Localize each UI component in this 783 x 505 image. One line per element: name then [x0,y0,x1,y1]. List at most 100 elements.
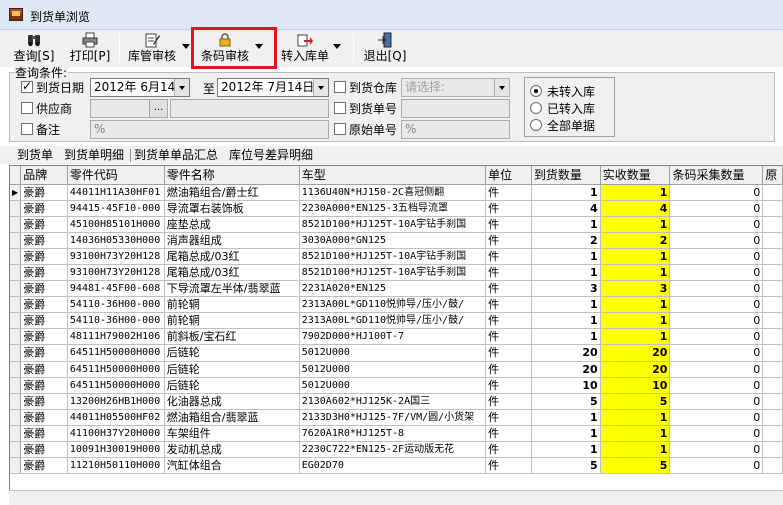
table-cell[interactable]: 豪爵 [20,312,68,330]
table-cell[interactable]: 8521D100*HJ125T-10A宇钻手刹国 [299,248,487,265]
row-indicator[interactable] [10,344,22,362]
table-cell[interactable]: 后链轮 [164,361,300,378]
table-row[interactable]: 豪爵 54110-36H00-000 前轮辋 2313A00L*GD110悦帅导/压小… [10,312,783,330]
table-cell[interactable]: 豪爵 [20,425,68,443]
tab-item-summary[interactable]: 到货单单品汇总 [134,147,218,163]
table-cell[interactable]: 2 [531,232,601,249]
row-indicator[interactable] [10,393,22,410]
table-cell[interactable]: 件 [485,200,532,217]
table-cell[interactable]: 1 [531,248,601,265]
supplier-name-field[interactable] [170,99,329,118]
table-cell[interactable] [762,344,783,362]
table-cell[interactable]: 20 [531,344,601,362]
table-cell[interactable]: 2 [600,232,671,249]
row-indicator[interactable] [10,296,22,314]
table-cell[interactable]: 件 [485,248,532,265]
row-indicator[interactable] [10,457,22,475]
table-cell[interactable]: 1 [600,264,671,282]
table-cell[interactable]: 1136U40N*HJ150-2C喜冠侧翻 [299,184,487,201]
row-indicator[interactable] [10,200,22,217]
table-cell[interactable]: 发动机总成 [164,441,300,459]
table-cell[interactable]: 1 [600,248,671,265]
table-cell[interactable]: 前轮辋 [164,312,300,330]
table-cell[interactable]: 豪爵 [20,296,68,314]
chevron-down-icon[interactable] [333,44,341,49]
table-cell[interactable]: 54110-36H00-000 [67,312,165,330]
row-indicator[interactable] [10,264,22,282]
table-row[interactable]: ▶ 豪爵 44011H11A30HF01 燃油箱组合/爵士红 1136U40N*HJ15… [10,184,783,201]
table-cell[interactable]: 1 [531,264,601,282]
table-cell[interactable]: 件 [485,328,532,346]
table-cell[interactable]: 车架组件 [164,425,300,443]
table-row[interactable]: 豪爵 11210H50110H000 汽缸体组合 EG02D70 件 5 5 0 [10,457,783,475]
row-indicator[interactable] [10,361,22,378]
table-cell[interactable]: 1 [531,184,601,201]
table-cell[interactable]: 件 [485,425,532,443]
remark-checkbox[interactable] [21,123,33,135]
table-cell[interactable]: 前轮辋 [164,296,300,314]
table-cell[interactable]: 1 [531,296,601,314]
table-cell[interactable] [762,232,783,249]
remark-field[interactable]: % [90,120,329,139]
table-row[interactable]: 豪爵 44011H05500HF02 燃油箱组合/翡翠蓝 2133D3H0*HJ125… [10,409,783,426]
table-cell[interactable]: 1 [531,216,601,233]
row-indicator[interactable] [10,232,22,249]
table-cell[interactable]: 消声器组成 [164,232,300,249]
table-cell[interactable]: 豪爵 [20,232,68,249]
table-cell[interactable]: 豪爵 [20,200,68,217]
table-cell[interactable]: 5 [531,393,601,410]
table-cell[interactable]: 44011H11A30HF01 [67,184,165,201]
table-cell[interactable]: 93100H73Y20H128 [67,264,165,282]
row-indicator[interactable] [10,216,22,233]
table-cell[interactable]: 豪爵 [20,393,68,410]
table-cell[interactable] [762,296,783,314]
row-indicator[interactable] [10,248,22,265]
table-row[interactable]: 豪爵 64511H50000H000 后链轮 5012U000 件 10 10 0 [10,377,783,394]
table-cell[interactable]: 件 [485,457,532,475]
original-no-checkbox[interactable] [334,123,346,135]
table-cell[interactable]: 0 [669,296,764,314]
table-cell[interactable] [762,264,783,282]
table-cell[interactable]: 7620A1R0*HJ125T-8 [299,425,487,443]
table-cell[interactable]: 0 [669,200,764,217]
horizontal-scrollbar[interactable] [9,490,783,505]
table-cell[interactable]: 0 [669,328,764,346]
table-row[interactable]: 豪爵 93100H73Y20H128 尾箱总成/03红 8521D100*HJ125T… [10,264,783,282]
table-cell[interactable]: 5 [600,457,671,475]
warehouse-select[interactable]: 请选择: [401,78,510,97]
column-header[interactable]: 条码采集数量 [669,166,764,185]
table-row[interactable]: 豪爵 64511H50000H000 后链轮 5012U000 件 20 20 0 [10,361,783,378]
table-cell[interactable]: 豪爵 [20,248,68,265]
table-cell[interactable]: 64511H50000H000 [67,377,165,394]
table-cell[interactable]: 64511H50000H000 [67,361,165,378]
table-cell[interactable]: 8521D100*HJ125T-10A宇钻手刹国 [299,264,487,282]
table-cell[interactable]: 豪爵 [20,328,68,346]
table-cell[interactable]: 94481-45F00-608 [67,280,165,298]
table-cell[interactable]: 0 [669,409,764,426]
tab-arrival-detail[interactable]: 到货单明细 [64,147,124,163]
table-cell[interactable] [762,312,783,330]
table-cell[interactable]: 导流罩右装饰板 [164,200,300,217]
table-cell[interactable]: 尾箱总成/03红 [164,264,300,282]
table-cell[interactable]: 件 [485,409,532,426]
table-cell[interactable]: 0 [669,393,764,410]
table-cell[interactable]: 3 [531,280,601,298]
table-cell[interactable] [762,216,783,233]
table-cell[interactable]: 0 [669,184,764,201]
row-indicator[interactable] [10,377,22,394]
table-cell[interactable]: 1 [531,425,601,443]
arrival-no-checkbox[interactable] [334,102,346,114]
table-row[interactable]: 豪爵 93100H73Y20H128 尾箱总成/03红 8521D100*HJ125T… [10,248,783,265]
table-cell[interactable] [762,184,783,201]
table-cell[interactable]: 1 [600,296,671,314]
chevron-down-icon[interactable] [174,79,189,96]
row-indicator[interactable] [10,441,22,459]
table-cell[interactable]: 件 [485,232,532,249]
column-header[interactable]: 单位 [485,166,532,185]
table-cell[interactable]: 5 [531,457,601,475]
table-cell[interactable]: 1 [600,409,671,426]
table-row[interactable]: 豪爵 13200H26HB1H000 化油器总成 2130A602*HJ125K-2A… [10,393,783,410]
table-cell[interactable]: 45100H85101H000 [67,216,165,233]
table-cell[interactable]: 20 [600,344,671,362]
warehouse-checkbox[interactable] [334,81,346,93]
